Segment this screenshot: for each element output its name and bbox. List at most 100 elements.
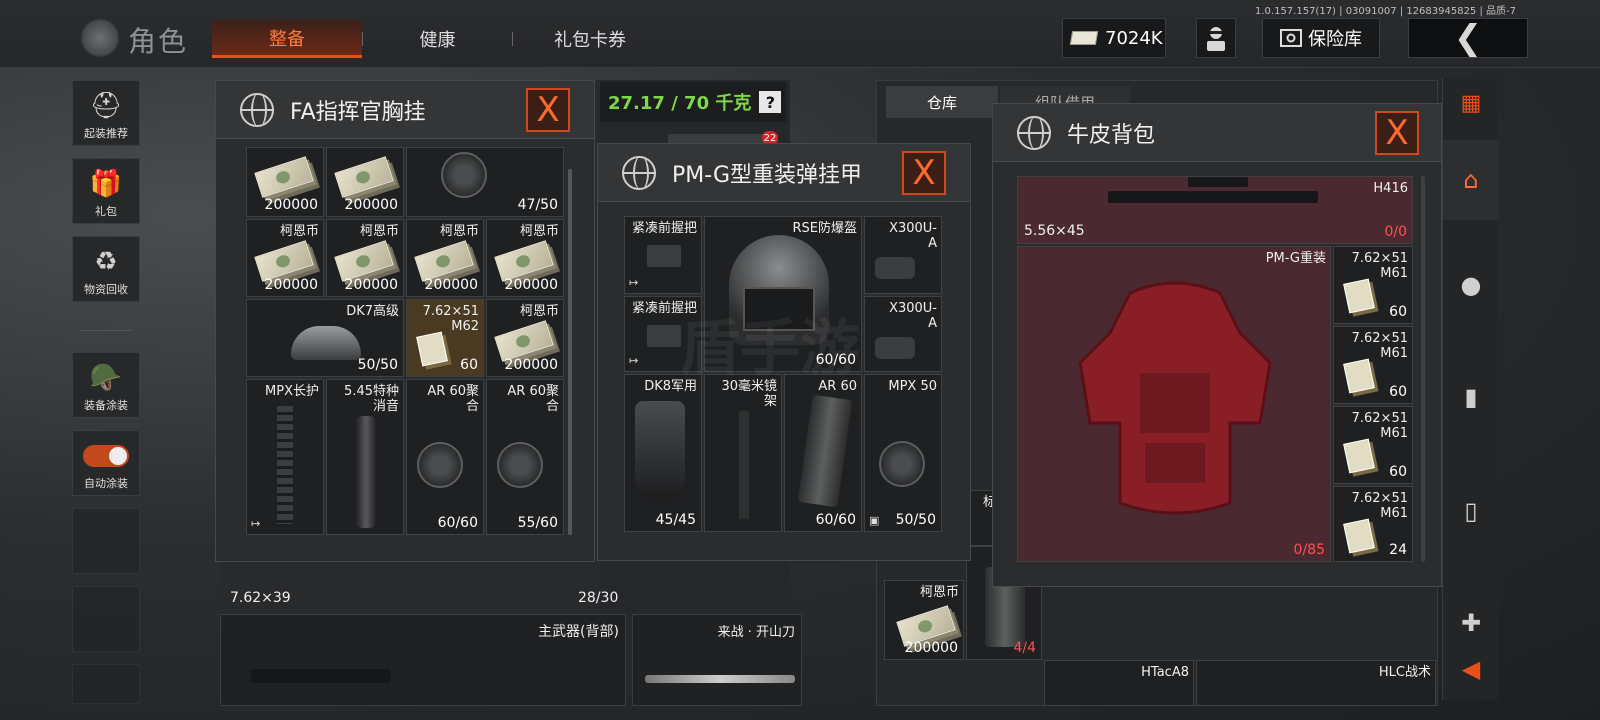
ammo-box-icon — [1343, 278, 1375, 314]
inventory-item[interactable]: 紧凑前握把 ↦ — [624, 216, 702, 294]
inventory-item[interactable]: 200000 — [326, 147, 404, 217]
scope-icon — [1188, 177, 1248, 187]
chevron-left-icon: ❮ — [1453, 18, 1483, 58]
inventory-item[interactable]: 5.45特种 消音 — [326, 379, 404, 535]
inventory-item[interactable]: AR 60 60/60 — [784, 374, 862, 532]
operator-button[interactable] — [1196, 18, 1236, 58]
cash-icon — [494, 240, 554, 282]
currency-display[interactable]: 7024K — [1062, 18, 1166, 58]
sidebar-item-recycle[interactable]: ♻ 物资回收 — [72, 236, 140, 302]
ammo-box-icon — [1343, 438, 1375, 474]
close-button[interactable]: X — [526, 88, 570, 132]
auto-paint-toggle[interactable] — [83, 445, 129, 467]
role-logo-icon — [80, 18, 120, 58]
magazine-icon — [441, 152, 487, 198]
close-icon: X — [912, 153, 936, 193]
sidebar-item-auto-paint[interactable]: 自动涂装 — [72, 430, 140, 496]
inventory-item[interactable]: 柯恩币 200000 — [246, 219, 324, 297]
inventory-item[interactable]: MPX 50 ▣ 50/50 — [864, 374, 942, 532]
chevron-left-icon[interactable]: ◀ — [1443, 644, 1499, 694]
ammo-name: 7.62×39 — [230, 590, 291, 606]
sidebar-item-loadout-recommend[interactable]: ⛑ 起装推荐 — [72, 80, 140, 146]
inventory-item[interactable]: 7.62×51 M62 60 — [406, 299, 484, 377]
scrollbar[interactable] — [568, 169, 572, 535]
inventory-item[interactable]: H416 5.56×45 0/0 — [1017, 176, 1413, 244]
inventory-item[interactable]: 柯恩币 200000 — [486, 219, 564, 297]
vault-label: 保险库 — [1308, 29, 1362, 50]
inventory-item[interactable]: 柯恩币 200000 — [486, 299, 564, 377]
storage-item[interactable]: HTacA8 — [1044, 660, 1194, 706]
vault-button[interactable]: 保险库 — [1262, 18, 1380, 58]
visor-icon — [291, 326, 361, 360]
storage-item[interactable]: HLC战术 — [1196, 660, 1436, 706]
inventory-item[interactable]: 柯恩币 200000 — [326, 219, 404, 297]
sidebar-item-label: 物资回收 — [84, 283, 128, 296]
rifle-silhouette — [251, 669, 391, 683]
panel-title: FA指挥官胸挂 — [290, 99, 426, 125]
recycle-icon: ♻ — [94, 247, 118, 277]
armor-count: 0/85 — [1293, 542, 1325, 558]
home-icon[interactable]: ⌂ — [1443, 140, 1499, 220]
inventory-item[interactable]: MPX长护 ↦ — [246, 379, 324, 535]
sidebar-item-label: 礼包 — [95, 205, 117, 218]
close-button[interactable]: X — [902, 151, 946, 195]
storage-item[interactable]: 柯恩币 200000 — [884, 580, 964, 660]
inventory-item[interactable]: X300U- A — [864, 296, 942, 372]
inventory-item[interactable]: X300U- A — [864, 216, 942, 294]
sidebar-item-label: 装备涂装 — [84, 399, 128, 412]
weight-help-button[interactable]: ? — [759, 91, 782, 113]
magazine-icon[interactable]: ▯ — [1443, 476, 1499, 546]
unequip-icon: ↦ — [251, 517, 261, 530]
tab-health[interactable]: 健康 — [375, 20, 500, 58]
bullet-icon[interactable]: ▮ — [1443, 362, 1499, 432]
panel-title: PM-G型重装弹挂甲 — [672, 162, 863, 188]
sidebar-item-gift[interactable]: 🎁 礼包 — [72, 158, 140, 224]
tab-warehouse[interactable]: 仓库 — [886, 86, 998, 118]
tab-divider — [512, 32, 513, 46]
inventory-item[interactable]: 200000 — [246, 147, 324, 217]
inventory-item[interactable]: 47/50 — [406, 147, 564, 217]
tab-outfit[interactable]: 整备 — [212, 20, 362, 58]
weight-display: 27.17 / 70 千克 ? — [600, 82, 786, 122]
inventory-item[interactable]: 柯恩币 200000 — [406, 219, 484, 297]
rifle-icon — [1108, 191, 1318, 203]
tab-gift-coupons[interactable]: 礼包卡券 — [525, 20, 655, 58]
menu-grid-icon[interactable]: ▦ — [1443, 78, 1499, 128]
soldier-paint-icon: 🪖 — [89, 363, 123, 393]
melee-weapon-slot[interactable]: 来战 · 开山刀 — [632, 614, 802, 706]
top-bar: 1.0.157.157(17) | 03091007 | 12683945825… — [0, 0, 1600, 68]
inventory-item[interactable]: AR 60聚 合 60/60 — [406, 379, 484, 535]
sidebar-divider — [80, 330, 132, 331]
close-icon: X — [536, 90, 560, 130]
globe-icon — [622, 155, 656, 190]
inventory-item[interactable]: 7.62×51 M61 60 — [1333, 246, 1413, 324]
gift-icon: 🎁 — [89, 169, 123, 199]
primary-weapon-slot[interactable]: 主武器(背部) — [220, 614, 626, 706]
sidebar-item-equipment-paint[interactable]: 🪖 装备涂装 — [72, 352, 140, 418]
globe-icon — [240, 92, 274, 127]
watermark-logo: 盾手游 — [680, 314, 860, 384]
inventory-item[interactable]: DK8军用 45/45 — [624, 374, 702, 532]
cash-icon — [1069, 31, 1099, 45]
backpack-panel: 牛皮背包 X H416 5.56×45 0/0 PM-G重装 0/85 7.62… — [992, 103, 1442, 587]
page-title: 角色 — [128, 25, 189, 58]
grenade-icon[interactable]: ● — [1443, 250, 1499, 320]
close-button[interactable]: X — [1375, 111, 1419, 155]
inventory-item[interactable]: 7.62×51 M61 60 — [1333, 326, 1413, 404]
inventory-item[interactable]: 7.62×51 M61 60 — [1333, 406, 1413, 484]
ammo-box-icon — [416, 331, 448, 367]
inventory-item[interactable]: 7.62×51 M61 24 — [1333, 486, 1413, 562]
magazine-icon — [797, 394, 853, 508]
panel-header: 牛皮背包 — [993, 104, 1441, 162]
flashlight-icon — [875, 337, 915, 359]
scrollbar[interactable] — [1421, 176, 1425, 562]
currency-amount: 7024K — [1105, 27, 1163, 49]
inventory-item[interactable]: AR 60聚 合 55/60 — [486, 379, 564, 535]
inventory-item[interactable]: 30毫米镜 架 — [704, 374, 782, 532]
back-button[interactable]: ❮ — [1408, 18, 1528, 58]
operator-icon — [1207, 27, 1225, 51]
box-icon: ▣ — [869, 514, 880, 527]
inventory-item[interactable]: DK7高级 50/50 — [246, 299, 404, 377]
tab-divider — [362, 32, 363, 46]
inventory-item[interactable]: PM-G重装 0/85 — [1017, 246, 1331, 562]
